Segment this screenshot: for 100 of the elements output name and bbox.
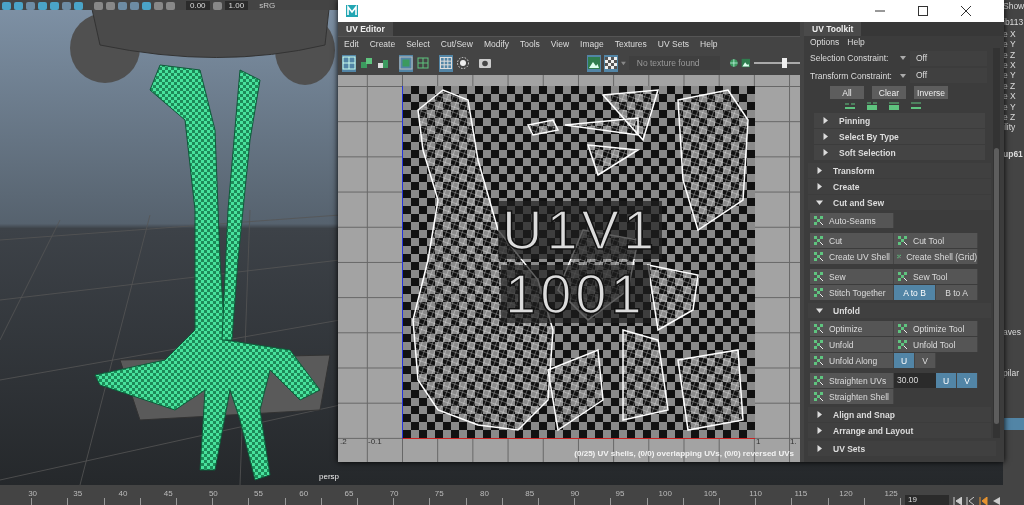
section-header[interactable]: Create (808, 179, 991, 194)
collapsed-arrow-icon[interactable] (816, 445, 823, 452)
option-button[interactable]: B to A (936, 285, 978, 300)
image-icon[interactable] (741, 56, 751, 70)
section-header[interactable]: Align and Snap (808, 407, 991, 422)
tool-button[interactable]: Cut (810, 233, 894, 248)
collapsed-arrow-icon[interactable] (816, 167, 823, 174)
skip-back-icon[interactable] (953, 497, 962, 505)
list-item[interactable]: aves (1003, 327, 1024, 338)
menu-item[interactable]: UV Sets (657, 39, 690, 49)
menu-item[interactable]: Help (700, 39, 718, 49)
selection-mode-icon[interactable] (910, 102, 922, 111)
grid-icon (813, 235, 824, 246)
dropdown-caret-icon[interactable] (620, 60, 626, 66)
menu-item[interactable]: Options (810, 37, 840, 47)
section-header[interactable]: Select By Type (814, 129, 985, 144)
number-field[interactable]: 0.00 (186, 1, 210, 10)
list-item[interactable]: pilar (1003, 367, 1024, 379)
section-header[interactable]: Arrange and Layout (808, 423, 991, 438)
menu-item[interactable]: Textures (614, 39, 647, 49)
tool-button[interactable]: Optimize (810, 321, 894, 336)
play-back-icon[interactable] (992, 497, 1000, 505)
collapsed-arrow-icon[interactable] (816, 427, 823, 434)
menu-item[interactable]: Help (847, 37, 865, 47)
tool-button[interactable]: Auto-Seams (810, 213, 894, 228)
selection-mode-icon[interactable] (844, 102, 856, 111)
grid-icon (813, 339, 824, 350)
dropdown-caret-icon[interactable] (900, 73, 906, 78)
number-field[interactable]: 1.00 (224, 1, 249, 10)
tool-button[interactable]: Unfold Along (810, 353, 894, 368)
panel-tab[interactable]: UV Toolkit (804, 22, 862, 36)
collapsed-arrow-icon[interactable] (822, 149, 829, 156)
camera-label: persp (319, 472, 339, 481)
section-header[interactable]: Pinning (814, 113, 985, 128)
axis-label: -0.1 (368, 437, 382, 446)
tool-button[interactable]: Unfold (810, 337, 894, 352)
axis-label: .2 (340, 437, 347, 446)
option-button[interactable]: V (915, 353, 936, 368)
tool-button[interactable]: Sew Tool (894, 269, 978, 284)
select-button[interactable]: Clear (872, 86, 906, 100)
section-header[interactable]: Cut and Sew (808, 195, 991, 210)
collapsed-arrow-icon[interactable] (822, 133, 829, 140)
menu-item[interactable]: Image (580, 39, 604, 49)
grid-icon (897, 271, 908, 282)
menu-item[interactable]: Modify (483, 39, 509, 49)
section-header[interactable]: Transform (808, 163, 991, 178)
collapsed-arrow-icon[interactable] (822, 117, 829, 124)
dropdown-caret-icon[interactable] (900, 56, 906, 61)
texture-dropdown[interactable]: No texture found (628, 56, 720, 70)
expanded-arrow-icon[interactable] (816, 307, 823, 314)
tool-button[interactable]: Cut Tool (894, 233, 978, 248)
status-text: (0/25) UV shells, (0/0) overlapping UVs, (0/0) reversed UVs (574, 449, 794, 458)
collapsed-arrow-icon[interactable] (816, 411, 823, 418)
number-field[interactable]: 30.00 (894, 373, 936, 388)
globe-icon[interactable] (728, 56, 739, 70)
dropdown-field[interactable]: Off (910, 50, 987, 66)
frame-number: 90 (569, 489, 581, 499)
section-header[interactable]: UV Sets (808, 441, 996, 456)
option-button[interactable]: A to B (894, 285, 936, 300)
tool-button[interactable]: Unfold Tool (894, 337, 978, 352)
select-button[interactable]: Inverse (914, 86, 948, 100)
menu-item[interactable]: Create (369, 39, 396, 49)
slider-thumb[interactable] (781, 58, 787, 68)
option-button[interactable]: U (894, 353, 915, 368)
section-header[interactable]: Soft Selection (814, 145, 985, 160)
shelf-icon[interactable] (212, 2, 222, 10)
select-button[interactable]: All (830, 86, 864, 100)
selection-mode-icon[interactable] (866, 102, 878, 111)
frame-number: 70 (388, 489, 400, 499)
tool-button[interactable]: Straighten Shell (810, 389, 894, 404)
menu-item[interactable]: Tools (519, 39, 540, 49)
menu-item[interactable]: Cut/Sew (440, 39, 473, 49)
selection-mode-icon[interactable] (888, 102, 900, 111)
maximize-icon[interactable] (918, 6, 928, 16)
option-button[interactable]: V (957, 373, 978, 388)
step-back-icon[interactable] (966, 497, 975, 505)
frame-number: 115 (793, 489, 809, 499)
collapsed-arrow-icon[interactable] (816, 183, 823, 190)
tool-button[interactable]: Straighten UVs (810, 373, 894, 388)
tool-button[interactable]: Sew (810, 269, 894, 284)
tool-button[interactable]: Create Shell (Grid) (894, 249, 978, 264)
selected-row (1003, 418, 1024, 431)
menu-item[interactable]: Select (406, 39, 430, 49)
scrollbar[interactable] (993, 48, 1000, 438)
dropdown-field[interactable]: Off (910, 68, 987, 84)
panel-tab[interactable]: UV Editor (338, 22, 393, 36)
tool-button[interactable]: Stitch Together (810, 285, 894, 300)
tool-button[interactable]: Optimize Tool (894, 321, 978, 336)
menu-item[interactable]: View (550, 39, 570, 49)
section-header[interactable]: Unfold (808, 303, 991, 318)
option-button[interactable]: U (936, 373, 957, 388)
constraint-label: Transform Constraint: (810, 70, 893, 81)
expanded-arrow-icon[interactable] (816, 199, 823, 206)
tool-button[interactable]: Create UV Shell (810, 249, 894, 264)
key-back-icon[interactable] (979, 497, 988, 505)
menu-item[interactable]: Edit (344, 39, 359, 49)
frame-number: 75 (433, 489, 445, 499)
close-icon[interactable] (961, 6, 971, 16)
grid-icon (813, 375, 824, 386)
current-frame-field[interactable]: 19 (905, 495, 949, 505)
